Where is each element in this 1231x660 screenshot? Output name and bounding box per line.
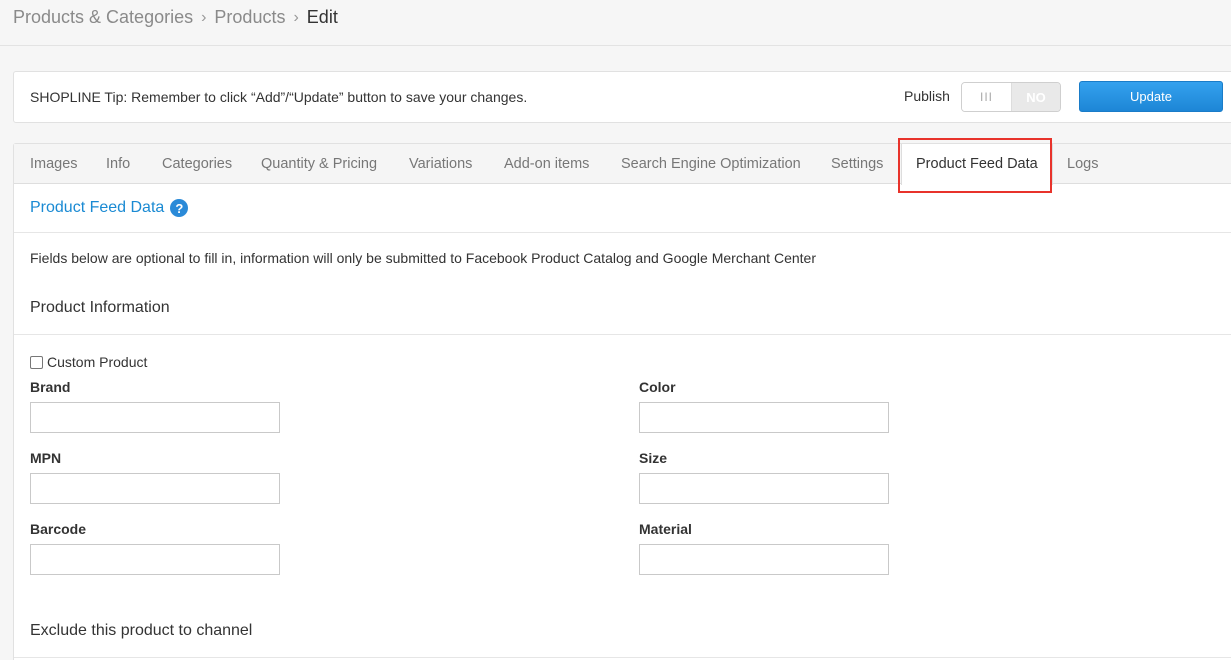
size-label: Size bbox=[639, 450, 668, 466]
breadcrumb-products[interactable]: Products bbox=[214, 7, 285, 28]
section-title-text: Product Feed Data bbox=[30, 199, 165, 216]
tab-info[interactable]: Info bbox=[106, 144, 130, 184]
tip-text: SHOPLINE Tip: Remember to click “Add”/“U… bbox=[30, 89, 528, 105]
publish-label: Publish bbox=[904, 88, 950, 104]
color-label: Color bbox=[639, 379, 676, 395]
section-title: Product Feed Data ? bbox=[30, 199, 189, 217]
help-icon[interactable]: ? bbox=[170, 199, 189, 217]
product-info-heading: Product Information bbox=[30, 299, 170, 316]
tab-product-feed-data[interactable]: Product Feed Data bbox=[901, 144, 1053, 185]
brand-input[interactable] bbox=[30, 402, 280, 433]
tab-images[interactable]: Images bbox=[30, 144, 78, 184]
barcode-label: Barcode bbox=[30, 521, 87, 537]
tab-seo[interactable]: Search Engine Optimization bbox=[621, 144, 801, 184]
custom-product-checkbox[interactable] bbox=[30, 355, 43, 369]
description-text: Fields below are optional to fill in, in… bbox=[30, 250, 816, 266]
tab-logs[interactable]: Logs bbox=[1067, 144, 1098, 184]
divider bbox=[14, 334, 1231, 335]
breadcrumb-products-categories[interactable]: Products & Categories bbox=[13, 7, 193, 28]
tab-categories[interactable]: Categories bbox=[162, 144, 232, 184]
header-divider bbox=[0, 45, 1231, 46]
barcode-input[interactable] bbox=[30, 544, 280, 575]
custom-product-row[interactable]: Custom Product bbox=[30, 354, 147, 370]
toggle-state: NO bbox=[1012, 83, 1060, 111]
tab-bar: Images Info Categories Quantity & Pricin… bbox=[14, 144, 1231, 185]
color-input[interactable] bbox=[639, 402, 889, 433]
mpn-label: MPN bbox=[30, 450, 62, 466]
tab-settings[interactable]: Settings bbox=[831, 144, 883, 184]
divider bbox=[14, 232, 1231, 233]
update-button[interactable]: Update bbox=[1079, 81, 1223, 112]
brand-label: Brand bbox=[30, 379, 71, 395]
breadcrumb: Products & Categories › Products › Edit bbox=[13, 7, 338, 28]
chevron-right-icon: › bbox=[293, 8, 299, 26]
breadcrumb-current: Edit bbox=[306, 7, 338, 27]
mpn-input[interactable] bbox=[30, 473, 280, 504]
material-input[interactable] bbox=[639, 544, 889, 575]
tip-bar: SHOPLINE Tip: Remember to click “Add”/“U… bbox=[13, 71, 1231, 123]
custom-product-label[interactable]: Custom Product bbox=[47, 354, 147, 370]
publish-toggle[interactable]: III NO bbox=[961, 82, 1061, 112]
toggle-handle[interactable]: III bbox=[962, 83, 1012, 111]
tab-add-on-items[interactable]: Add-on items bbox=[504, 144, 589, 184]
chevron-right-icon: › bbox=[201, 8, 207, 26]
exclude-heading: Exclude this product to channel bbox=[30, 622, 253, 639]
main-panel: Images Info Categories Quantity & Pricin… bbox=[13, 143, 1231, 660]
size-input[interactable] bbox=[639, 473, 889, 504]
material-label: Material bbox=[639, 521, 692, 537]
tab-variations[interactable]: Variations bbox=[409, 144, 472, 184]
divider bbox=[14, 657, 1231, 658]
tab-quantity-pricing[interactable]: Quantity & Pricing bbox=[261, 144, 377, 184]
